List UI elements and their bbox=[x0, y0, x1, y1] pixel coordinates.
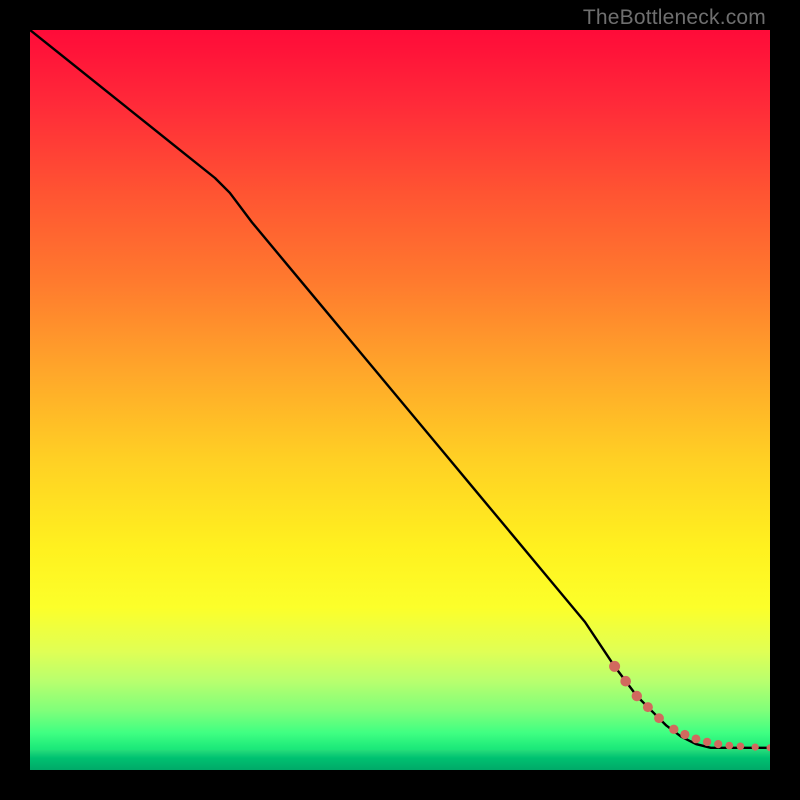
watermark: TheBottleneck.com bbox=[583, 6, 766, 30]
chart-root: TheBottleneck.com bbox=[0, 0, 800, 800]
plot-area bbox=[30, 30, 770, 770]
